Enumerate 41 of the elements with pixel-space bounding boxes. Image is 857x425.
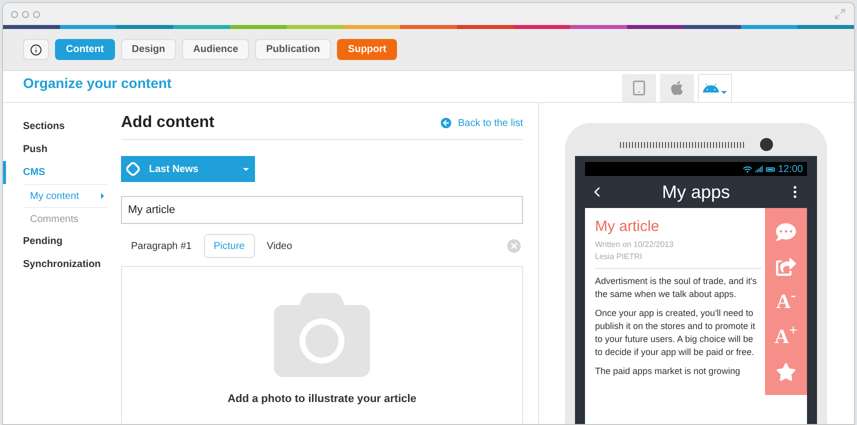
status-time: 12:00	[778, 162, 803, 176]
nav-tab[interactable]: Publication	[255, 39, 332, 60]
platform-tab[interactable]	[622, 74, 656, 102]
page-title: Organize your content	[22, 74, 173, 93]
title-input[interactable]: My article	[121, 196, 523, 224]
apple-icon	[669, 80, 685, 96]
nav-tab[interactable]: Audience	[182, 39, 250, 60]
platform-tab[interactable]	[698, 74, 732, 102]
platform-tab[interactable]	[660, 74, 694, 102]
section-title: Add content	[121, 113, 214, 133]
caret-icon	[721, 91, 727, 94]
picture-dropzone[interactable]: Add a photo to illustrate your article	[121, 266, 523, 424]
sidebar-item[interactable]: Synchronization	[3, 253, 108, 276]
sidebar-item[interactable]: Pending	[3, 230, 108, 253]
camera-lens	[760, 138, 772, 151]
info-button[interactable]	[23, 39, 49, 60]
sidebar-item[interactable]: Sections	[3, 115, 108, 138]
nav-tab[interactable]: Design	[120, 39, 176, 60]
info-icon	[30, 44, 42, 56]
article-paragraph: Advertisment is the soul of trade, and it's the same when we talk about apps.	[595, 274, 758, 300]
share-icon[interactable]	[776, 256, 796, 276]
app-title: My apps	[662, 180, 730, 204]
battery-icon	[766, 164, 775, 174]
dropzone-hint: Add a photo to illustrate your article	[228, 392, 416, 407]
sidebar-item[interactable]: Push	[3, 138, 108, 161]
signal-icon	[754, 165, 763, 173]
caret-icon	[243, 168, 249, 170]
article-meta: Written on 10/22/2013	[595, 238, 675, 250]
comment-icon[interactable]	[776, 222, 796, 242]
article-meta: Lesia PIETRI	[595, 250, 644, 262]
caret-icon	[101, 193, 104, 199]
article-title: My article	[595, 217, 660, 237]
content-type-tab[interactable]: Video	[256, 234, 302, 258]
tablet-icon	[631, 80, 647, 96]
wifi-icon	[742, 164, 752, 174]
close-icon[interactable]	[505, 237, 523, 255]
article-paragraph: The paid apps market is not growing	[595, 364, 742, 378]
fullscreen-icon[interactable]	[834, 8, 846, 20]
content-type-tab[interactable]: Paragraph #1	[121, 234, 202, 258]
article-paragraph: Once your app is created, you'll need to publish it on the stores and to promote it to your future users. A big choice will be to decide if your app will be paid or free.	[595, 306, 756, 358]
star-icon[interactable]	[776, 362, 796, 382]
